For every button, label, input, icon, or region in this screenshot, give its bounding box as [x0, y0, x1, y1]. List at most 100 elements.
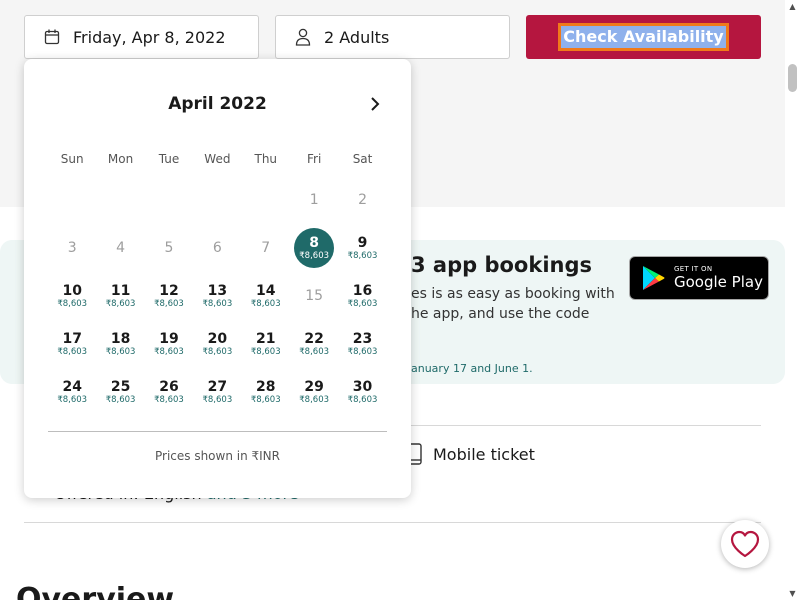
calendar-day-price: ₹8,603: [202, 346, 233, 357]
chevron-right-icon: [371, 97, 380, 111]
calendar-day-number: 19: [159, 330, 179, 347]
calendar-day-number: 14: [256, 282, 276, 299]
promo-note: anuary 17 and June 1.: [411, 362, 533, 375]
google-play-badge[interactable]: GET IT ON Google Play: [629, 256, 769, 300]
calendar-day[interactable]: 23 ₹8,603: [338, 320, 386, 368]
calendar-day-number: 4: [116, 240, 126, 256]
calendar-day[interactable]: 10 ₹8,603: [48, 272, 96, 320]
check-availability-label: Check Availability: [558, 23, 729, 51]
calendar-weekday-header: Sun Mon Tue Wed Thu Fri Sat: [48, 152, 387, 166]
calendar-day-number: 15: [305, 288, 324, 304]
calendar-day[interactable]: 24 ₹8,603: [48, 368, 96, 416]
calendar-day-number: 22: [304, 330, 324, 347]
calendar-day: 6: [193, 224, 241, 272]
next-month-button[interactable]: [365, 94, 385, 114]
calendar-blank-cell: [193, 176, 241, 224]
calendar-day-number: 6: [212, 240, 222, 256]
calendar-day: 7: [242, 224, 290, 272]
calendar-day[interactable]: 21 ₹8,603: [242, 320, 290, 368]
calendar-day-price: ₹8,603: [154, 394, 184, 405]
calendar-day[interactable]: 11 ₹8,603: [96, 272, 144, 320]
calendar-day-price: ₹8,603: [202, 298, 233, 309]
promo-text: es is as easy as booking with he app, an…: [411, 286, 615, 322]
calendar-day[interactable]: 12 ₹8,603: [145, 272, 193, 320]
calendar-day-number: 7: [261, 240, 271, 256]
calendar-day-price: ₹8,603: [202, 394, 233, 405]
calendar-day-price: ₹8,603: [299, 346, 330, 357]
calendar-day-price: ₹8,603: [299, 250, 330, 261]
calendar-day: 2: [338, 176, 386, 224]
calendar-divider: [48, 431, 387, 432]
calendar-day-number: 10: [62, 282, 82, 299]
calendar-day-number: 23: [352, 330, 373, 347]
weekday-label: Fri: [307, 152, 322, 166]
calendar-day-price: ₹8,603: [154, 346, 184, 357]
calendar-day-price: ₹8,603: [347, 394, 378, 405]
calendar-day[interactable]: 22 ₹8,603: [290, 320, 338, 368]
calendar-day-number: 1: [309, 192, 319, 208]
calendar-day-number: 21: [256, 330, 276, 347]
calendar-day-price: ₹8,603: [105, 298, 136, 309]
mobile-ticket-label: Mobile ticket: [433, 444, 535, 464]
calendar-icon: [43, 28, 61, 46]
check-availability-button[interactable]: Check Availability: [526, 15, 761, 59]
heart-icon: [730, 530, 760, 558]
calendar-day-price: ₹8,603: [250, 346, 281, 357]
guests-field[interactable]: 2 Adults: [275, 15, 510, 59]
calendar-day-number: 30: [352, 378, 373, 395]
scroll-up-arrow-icon[interactable]: ▲: [788, 2, 797, 11]
weekday-label: Sat: [352, 152, 373, 166]
calendar-blank-cell: [96, 176, 144, 224]
calendar-day-number: 28: [256, 378, 276, 395]
scroll-down-arrow-icon[interactable]: ▼: [788, 589, 797, 598]
calendar-day[interactable]: 9 ₹8,603: [338, 224, 386, 272]
calendar-day-price: ₹8,603: [154, 298, 184, 309]
page-scrollbar[interactable]: ▲ ▼: [785, 0, 800, 600]
date-field-value: Friday, Apr 8, 2022: [73, 27, 226, 47]
calendar-day-number: 11: [110, 282, 131, 299]
calendar-day[interactable]: 29 ₹8,603: [290, 368, 338, 416]
calendar-day[interactable]: 13 ₹8,603: [193, 272, 241, 320]
person-icon: [294, 28, 312, 46]
weekday-label: Mon: [107, 152, 134, 166]
calendar-day[interactable]: 19 ₹8,603: [145, 320, 193, 368]
calendar-day[interactable]: 14 ₹8,603: [242, 272, 290, 320]
scrollbar-thumb[interactable]: [788, 64, 797, 92]
calendar-day[interactable]: 28 ₹8,603: [242, 368, 290, 416]
calendar-day-number: 8: [309, 234, 320, 251]
calendar-day: 1: [290, 176, 338, 224]
date-picker-popup: April 2022 Sun Mon Tue Wed Thu Fri Sat 1234567…: [24, 59, 411, 498]
divider: [24, 522, 761, 523]
calendar-day-selected[interactable]: 8 ₹8,603: [290, 224, 338, 272]
calendar-day-number: 16: [352, 282, 373, 299]
calendar-day-number: 13: [207, 282, 228, 299]
calendar-day-price: ₹8,603: [347, 250, 378, 261]
weekday-label: Thu: [254, 152, 278, 166]
calendar-day-number: 20: [207, 330, 228, 347]
guests-field-value: 2 Adults: [324, 27, 390, 47]
promo-title: 3 app bookings: [411, 253, 593, 277]
google-play-icon: [643, 266, 665, 290]
calendar-day[interactable]: 16 ₹8,603: [338, 272, 386, 320]
calendar-day[interactable]: 30 ₹8,603: [338, 368, 386, 416]
calendar-day-price: ₹8,603: [299, 394, 330, 405]
wishlist-button[interactable]: [721, 520, 769, 568]
date-picker-field[interactable]: Friday, Apr 8, 2022: [24, 15, 259, 59]
calendar-day-number: 18: [110, 330, 131, 347]
weekday-label: Wed: [204, 152, 231, 166]
mobile-ticket-info: Mobile ticket: [405, 443, 535, 465]
calendar-day[interactable]: 18 ₹8,603: [96, 320, 144, 368]
calendar-day[interactable]: 20 ₹8,603: [193, 320, 241, 368]
calendar-blank-cell: [48, 176, 96, 224]
calendar-day[interactable]: 25 ₹8,603: [96, 368, 144, 416]
calendar-day[interactable]: 26 ₹8,603: [145, 368, 193, 416]
calendar-day: 15: [290, 272, 338, 320]
calendar-day[interactable]: 27 ₹8,603: [193, 368, 241, 416]
weekday-label: Sun: [60, 152, 84, 166]
calendar-day-number: 29: [304, 378, 324, 395]
google-play-big-text: Google Play: [674, 273, 763, 291]
calendar-day-price: ₹8,603: [57, 298, 88, 309]
calendar-day[interactable]: 17 ₹8,603: [48, 320, 96, 368]
calendar-day-number: 2: [358, 192, 367, 208]
calendar-day-price: ₹8,603: [250, 298, 281, 309]
